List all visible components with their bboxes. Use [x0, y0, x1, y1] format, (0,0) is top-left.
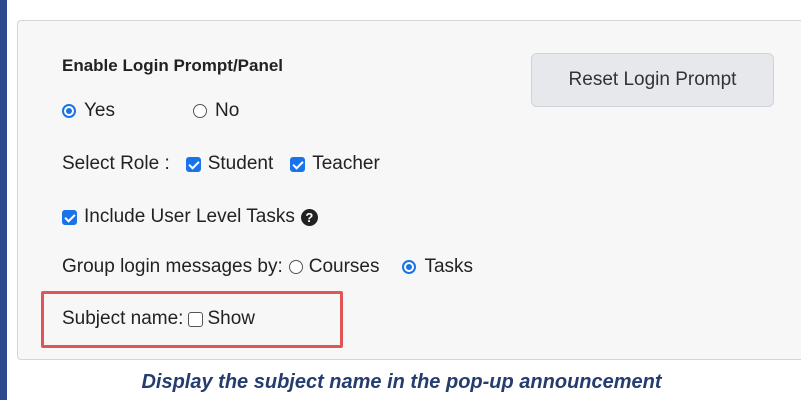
user-level-tasks-label: Include User Level Tasks [84, 206, 295, 227]
teacher-label: Teacher [312, 153, 380, 174]
question-circle-icon[interactable]: ? [300, 208, 318, 226]
tasks-radio[interactable] [402, 260, 417, 274]
tasks-label: Tasks [424, 256, 474, 277]
no-label: No [215, 100, 240, 121]
select-role-label: Select Role : [62, 153, 170, 174]
courses-radio[interactable] [288, 260, 303, 274]
group-by-row: Group login messages by: Courses Tasks [62, 256, 473, 278]
tasks-option[interactable]: Tasks [402, 256, 473, 278]
no-radio[interactable] [193, 104, 207, 118]
user-level-tasks-checkbox[interactable] [62, 209, 77, 225]
reset-login-prompt-button[interactable]: Reset Login Prompt [531, 53, 774, 107]
select-role-row: Select Role : Student Teacher [62, 153, 380, 175]
enable-login-prompt-options: Yes No [62, 100, 239, 122]
student-option[interactable]: Student [185, 153, 274, 175]
teacher-option[interactable]: Teacher [290, 153, 380, 175]
no-option[interactable]: No [193, 100, 239, 122]
subject-name-highlight-box [41, 291, 343, 348]
group-by-label: Group login messages by: [62, 256, 283, 277]
courses-option[interactable]: Courses [288, 256, 380, 278]
student-checkbox[interactable] [185, 156, 201, 172]
user-level-tasks-row: Include User Level Tasks ? [62, 206, 318, 228]
yes-label: Yes [84, 100, 115, 121]
caption: Display the subject name in the pop-up a… [141, 371, 662, 393]
student-label: Student [207, 153, 274, 174]
courses-label: Courses [308, 256, 380, 277]
yes-radio[interactable] [62, 104, 76, 118]
teacher-checkbox[interactable] [290, 156, 306, 172]
panel-heading: Enable Login Prompt/Panel [62, 56, 284, 75]
yes-option[interactable]: Yes [62, 100, 115, 122]
